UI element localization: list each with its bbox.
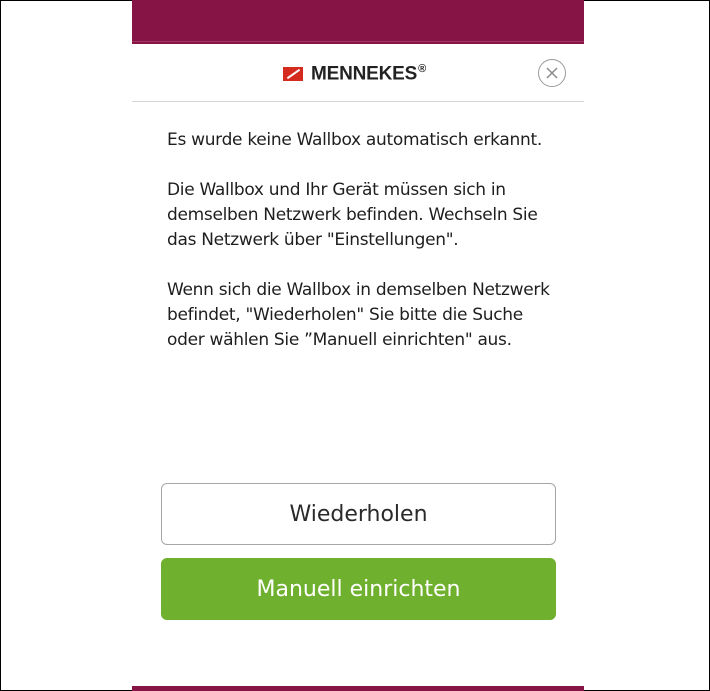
top-brand-bar [132,0,584,44]
logo-registered-mark: ® [418,62,426,75]
message-paragraph-no-wallbox: Es wurde keine Wallbox automatisch erkan… [167,130,542,150]
top-bar-stripe [132,41,584,42]
logo-wordmark: MENNEKES [311,63,418,85]
mennekes-logo: MENNEKES® [283,63,426,85]
close-button[interactable] [538,59,566,87]
dialog-message: Es wurde keine Wallbox automatisch erkan… [167,128,557,378]
message-paragraph-network: Die Wallbox und Ihr Gerät müssen sich in… [167,180,538,250]
mennekes-logo-icon [283,67,303,81]
dialog-header: MENNEKES® [132,44,584,102]
retry-button[interactable]: Wiederholen [161,483,556,545]
message-paragraph-retry-hint: Wenn sich die Wallbox in demselben Netzw… [167,280,550,350]
manual-setup-button[interactable]: Manuell einrichten [161,558,556,620]
close-icon [546,67,558,79]
bottom-brand-bar [132,686,584,691]
logo-text: MENNEKES® [311,63,426,85]
app-screen: MENNEKES® Es wurde keine Wallbox automat… [132,0,584,691]
